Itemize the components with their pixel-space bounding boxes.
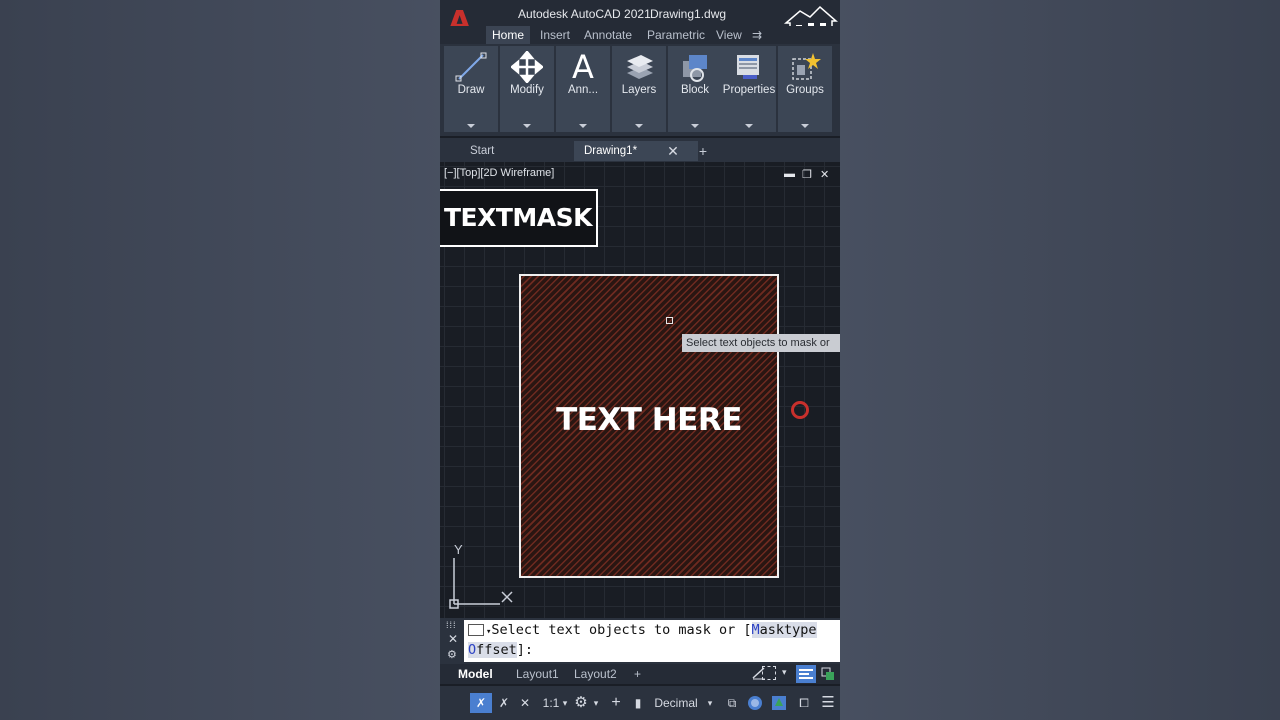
minimize-icon[interactable]: ▬ <box>784 168 795 180</box>
option-masktype[interactable]: Masktype <box>751 622 817 638</box>
command-line-area: ⁞⁞⁞ ✕ ⚙ ▾Select text objects to mask or … <box>440 618 840 664</box>
panel-label: Draw <box>457 84 485 96</box>
properties-icon <box>732 50 766 84</box>
panel-annotation[interactable]: A Ann... <box>556 46 610 132</box>
ribbon-more-tabs-icon[interactable]: ⇉ <box>746 26 768 44</box>
tab-layout1[interactable]: Layout1 <box>516 665 559 683</box>
restore-icon[interactable]: ❐ <box>802 168 812 181</box>
viewport-select-icon[interactable] <box>762 666 776 680</box>
grip-icon[interactable]: ⁞⁞⁞ <box>446 620 457 630</box>
move-icon <box>510 50 544 84</box>
command-prompt-line2: Offset]: <box>468 641 533 660</box>
panel-draw[interactable]: Draw <box>444 46 498 132</box>
chevron-down-icon[interactable] <box>523 124 531 128</box>
viewport-controls-label[interactable]: [−][Top][2D Wireframe] <box>444 167 554 179</box>
panel-label: Modify <box>510 84 544 96</box>
panel-label: Layers <box>621 84 657 96</box>
drawing-viewport[interactable]: [−][Top][2D Wireframe] ▬ ❐ ✕ TEXTMASK TE… <box>440 162 840 618</box>
tab-layout2[interactable]: Layout2 <box>574 665 617 683</box>
command-line-handle: ⁞⁞⁞ ✕ ⚙ <box>444 620 462 662</box>
prompt-suffix: ]: <box>516 642 534 658</box>
tool-palette-icon[interactable] <box>820 666 836 682</box>
title-bar: A Autodesk AutoCAD 2021 Drawing1.dwg <box>440 0 840 44</box>
document-tab-bar: Start Drawing1* ✕ + <box>440 138 840 162</box>
close-icon[interactable]: ✕ <box>448 632 458 646</box>
status-bar: ✗ ✗ ✕ 1:1 ▾ ⚙ ▾ + ▮ Decimal ▾ ⧉ ⧠ ☰ <box>440 686 840 720</box>
chevron-down-icon[interactable]: ▾ <box>590 693 602 713</box>
command-prompt-line1: ▾Select text objects to mask or [Masktyp… <box>468 621 817 642</box>
isolate-objects-icon[interactable] <box>744 693 766 713</box>
chevron-down-icon[interactable]: ▾ <box>560 693 570 713</box>
tab-parametric[interactable]: Parametric <box>641 26 711 44</box>
red-circle-marker-icon <box>791 401 809 419</box>
tab-start[interactable]: Start <box>470 141 494 161</box>
wrench-icon[interactable]: ⚙ <box>447 648 457 661</box>
panel-label: Groups <box>786 84 824 96</box>
panel-groups[interactable]: Groups <box>778 46 832 132</box>
chevron-down-icon[interactable] <box>467 124 475 128</box>
chevron-down-icon[interactable] <box>745 124 753 128</box>
viewport-window-controls: ▬ ❐ ✕ <box>784 168 836 182</box>
groups-icon <box>788 50 822 84</box>
chevron-down-icon[interactable]: ▾ <box>782 667 787 678</box>
gear-icon[interactable]: ⚙ <box>570 693 592 713</box>
layout-tab-bar: Model Layout1 Layout2 + ▾ <box>440 664 840 684</box>
panel-block[interactable]: Block <box>668 46 722 132</box>
overlay-title: TEXTMASK <box>440 189 598 247</box>
ucs-y-label: Y <box>454 542 463 557</box>
panel-label: Properties <box>722 84 776 96</box>
tab-model[interactable]: Model <box>458 665 493 683</box>
menu-icon[interactable]: ☰ <box>818 693 838 713</box>
tab-view[interactable]: View <box>710 26 748 44</box>
panel-properties[interactable]: Properties <box>722 46 776 132</box>
block-icon <box>678 50 712 84</box>
panel-label: Ann... <box>567 84 599 96</box>
annotation-visibility-icon[interactable]: ✗ <box>470 693 492 713</box>
units-icon[interactable]: ▮ <box>632 693 644 713</box>
option-offset[interactable]: Offset <box>468 642 517 658</box>
app-title: Autodesk AutoCAD 2021 <box>518 7 651 21</box>
ribbon-tab-bar: Home Insert Annotate Parametric View ⇉ <box>440 26 840 44</box>
properties-panel-icon[interactable] <box>796 665 816 683</box>
chevron-down-icon[interactable]: ▾ <box>704 693 716 713</box>
command-tooltip: Select text objects to mask or <box>682 334 840 352</box>
close-tab-icon[interactable]: ✕ <box>666 141 680 161</box>
tab-annotate[interactable]: Annotate <box>578 26 638 44</box>
panel-layers[interactable]: Layers <box>612 46 666 132</box>
add-layout-icon[interactable]: + <box>634 665 641 683</box>
ribbon: Draw Modify A Ann... Layers Block Proper… <box>440 44 840 136</box>
pickbox-cursor-icon <box>666 317 673 324</box>
panel-label: Block <box>680 84 710 96</box>
chevron-down-icon[interactable] <box>691 124 699 128</box>
document-title: Drawing1.dwg <box>650 7 727 21</box>
text-mask-hatch[interactable]: TEXT HERE <box>519 274 809 578</box>
auto-scale-icon[interactable]: ✗ <box>494 693 514 713</box>
autocad-window: A Autodesk AutoCAD 2021 Drawing1.dwg Hom… <box>440 0 840 720</box>
command-history-icon[interactable] <box>468 624 484 636</box>
tab-home[interactable]: Home <box>486 26 531 44</box>
close-icon[interactable]: ✕ <box>820 168 829 181</box>
plus-icon[interactable]: + <box>606 693 626 713</box>
hardware-acceleration-icon[interactable] <box>768 693 790 713</box>
units-selector[interactable]: Decimal <box>646 693 706 713</box>
text-a-icon: A <box>572 48 594 86</box>
chevron-down-icon[interactable] <box>635 124 643 128</box>
command-input[interactable]: ▾Select text objects to mask or [Masktyp… <box>464 620 840 662</box>
layers-icon <box>622 50 656 84</box>
sample-text[interactable]: TEXT HERE <box>521 402 777 438</box>
annotation-scale-icon[interactable]: ✕ <box>516 693 534 713</box>
fullscreen-icon[interactable]: ⧠ <box>794 693 814 713</box>
new-tab-icon[interactable]: + <box>696 141 710 161</box>
prompt-text: Select text objects to mask or [ <box>491 622 752 638</box>
chevron-down-icon[interactable] <box>801 124 809 128</box>
chevron-down-icon[interactable] <box>579 124 587 128</box>
line-icon <box>454 50 488 84</box>
tab-insert[interactable]: Insert <box>534 26 576 44</box>
quick-properties-icon[interactable]: ⧉ <box>722 693 742 713</box>
panel-modify[interactable]: Modify <box>500 46 554 132</box>
